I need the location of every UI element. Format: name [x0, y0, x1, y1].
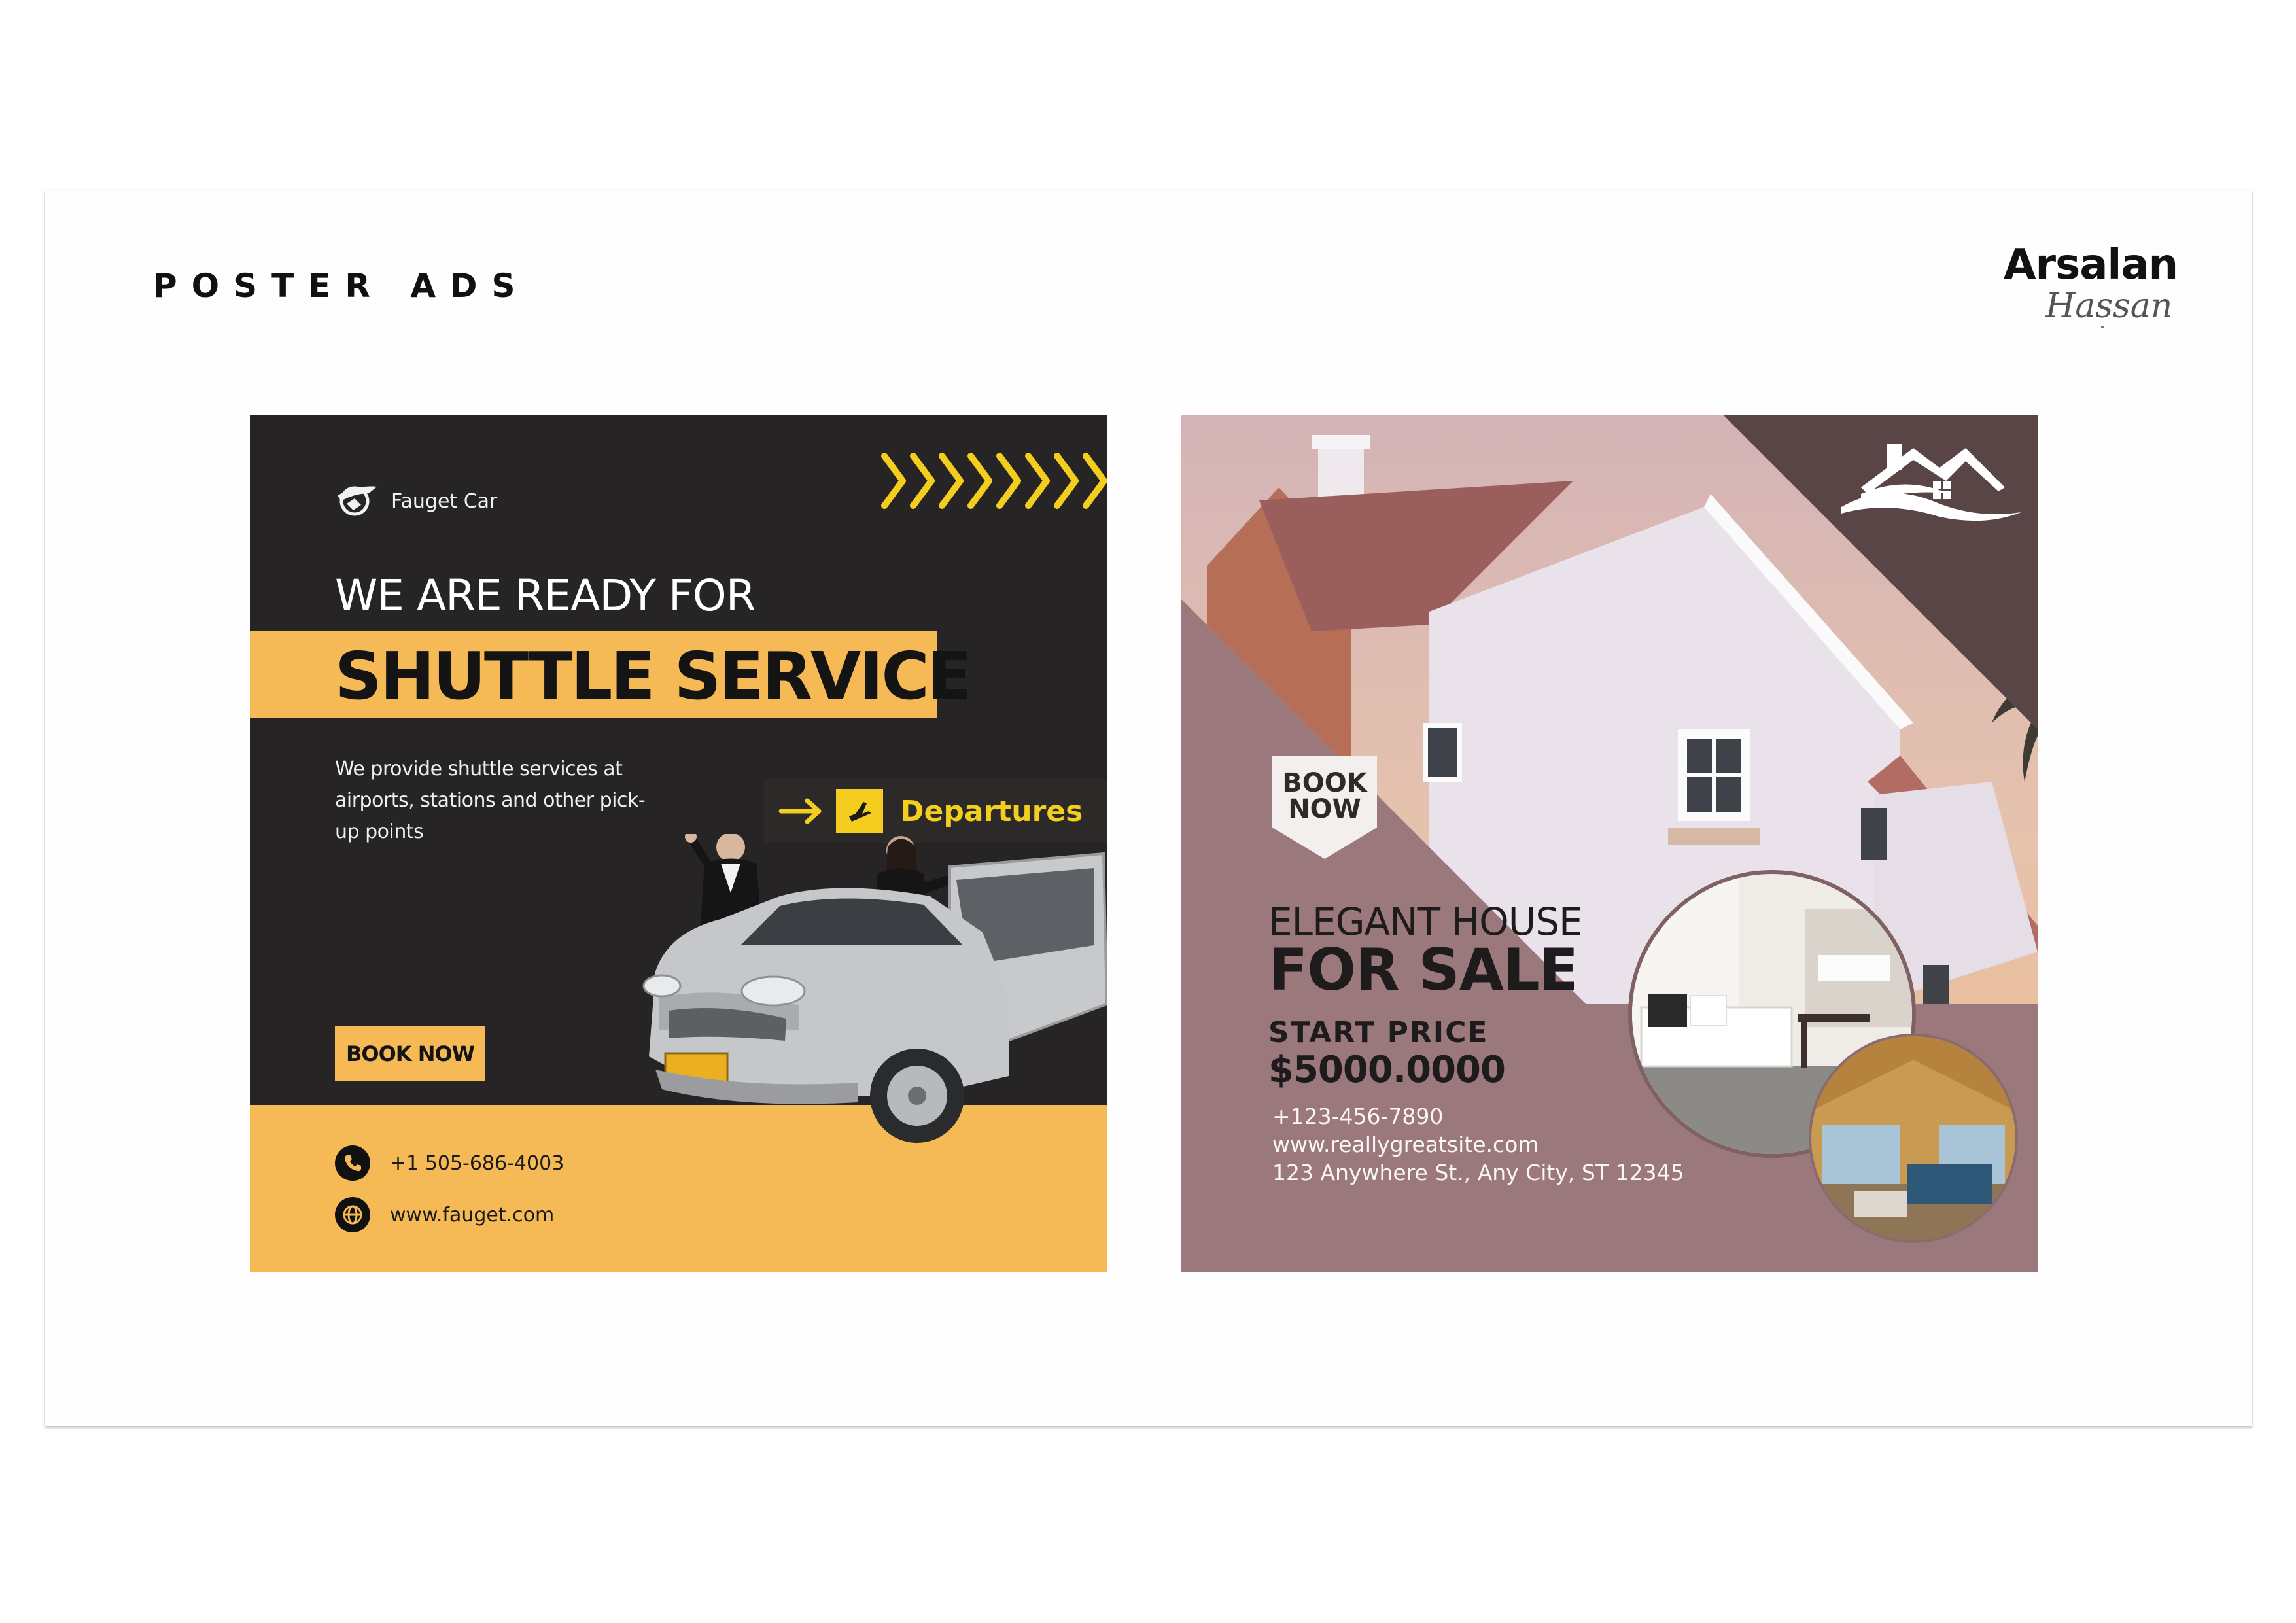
logo-text: Fauget Car	[391, 490, 498, 513]
car-globe-logo-icon	[338, 486, 377, 516]
phone-icon	[335, 1145, 370, 1181]
departures-label: Departures	[900, 794, 1083, 828]
brand-last-name: Hassan	[2045, 287, 2173, 326]
phone-row: +1 505-686-4003	[335, 1145, 564, 1181]
globe-icon	[335, 1197, 370, 1232]
book-now-label: BOOK NOW	[1282, 768, 1367, 824]
contact-info: +123-456-7890 www.reallygreatsite.com 12…	[1272, 1102, 1684, 1187]
shuttle-poster: Fauget Car WE ARE READY FOR SHUTTLE SERV…	[250, 415, 1107, 1272]
page-title: POSTER ADS	[153, 267, 530, 305]
street-address: 123 Anywhere St., Any City, ST 12345	[1272, 1160, 1684, 1185]
headline-line-2: SHUTTLE SERVICE	[335, 638, 972, 714]
brand-logo: Arsalan Hassan	[1972, 241, 2178, 358]
price-value: $5000.0000	[1268, 1049, 1506, 1091]
presentation-page: POSTER ADS Arsalan Hassan Fauget Car WE …	[45, 190, 2252, 1426]
website-url: www.fauget.com	[390, 1203, 555, 1227]
brand-first-name: Arsalan	[2004, 241, 2178, 289]
phone-number: +1 505-686-4003	[390, 1151, 565, 1175]
headline-line-1: WE ARE READY FOR	[335, 570, 756, 621]
arrow-right-icon	[778, 798, 822, 824]
chevron-arrows-icon	[881, 453, 1107, 509]
house-logo-icon	[1841, 444, 2021, 521]
website-url: www.reallygreatsite.com	[1272, 1132, 1539, 1157]
airplane-icon	[836, 789, 883, 833]
website-row: www.fauget.com	[335, 1197, 554, 1232]
brand-dot	[2101, 326, 2104, 328]
car-with-people-image	[642, 834, 1107, 1143]
title-line-2: FOR SALE	[1268, 936, 1578, 1003]
service-description: We provide shuttle services at airports,…	[335, 758, 646, 843]
book-now-badge: BOOK NOW	[1272, 756, 1377, 860]
house-poster: BOOK NOW ELEGANT HOUSE FOR SALE START PR…	[1181, 415, 2038, 1272]
interior-photo	[1809, 1034, 2018, 1243]
phone-number: +123-456-7890	[1272, 1104, 1444, 1129]
book-now-button: BOOK NOW	[335, 1026, 485, 1081]
price-label: START PRICE	[1268, 1016, 1489, 1049]
